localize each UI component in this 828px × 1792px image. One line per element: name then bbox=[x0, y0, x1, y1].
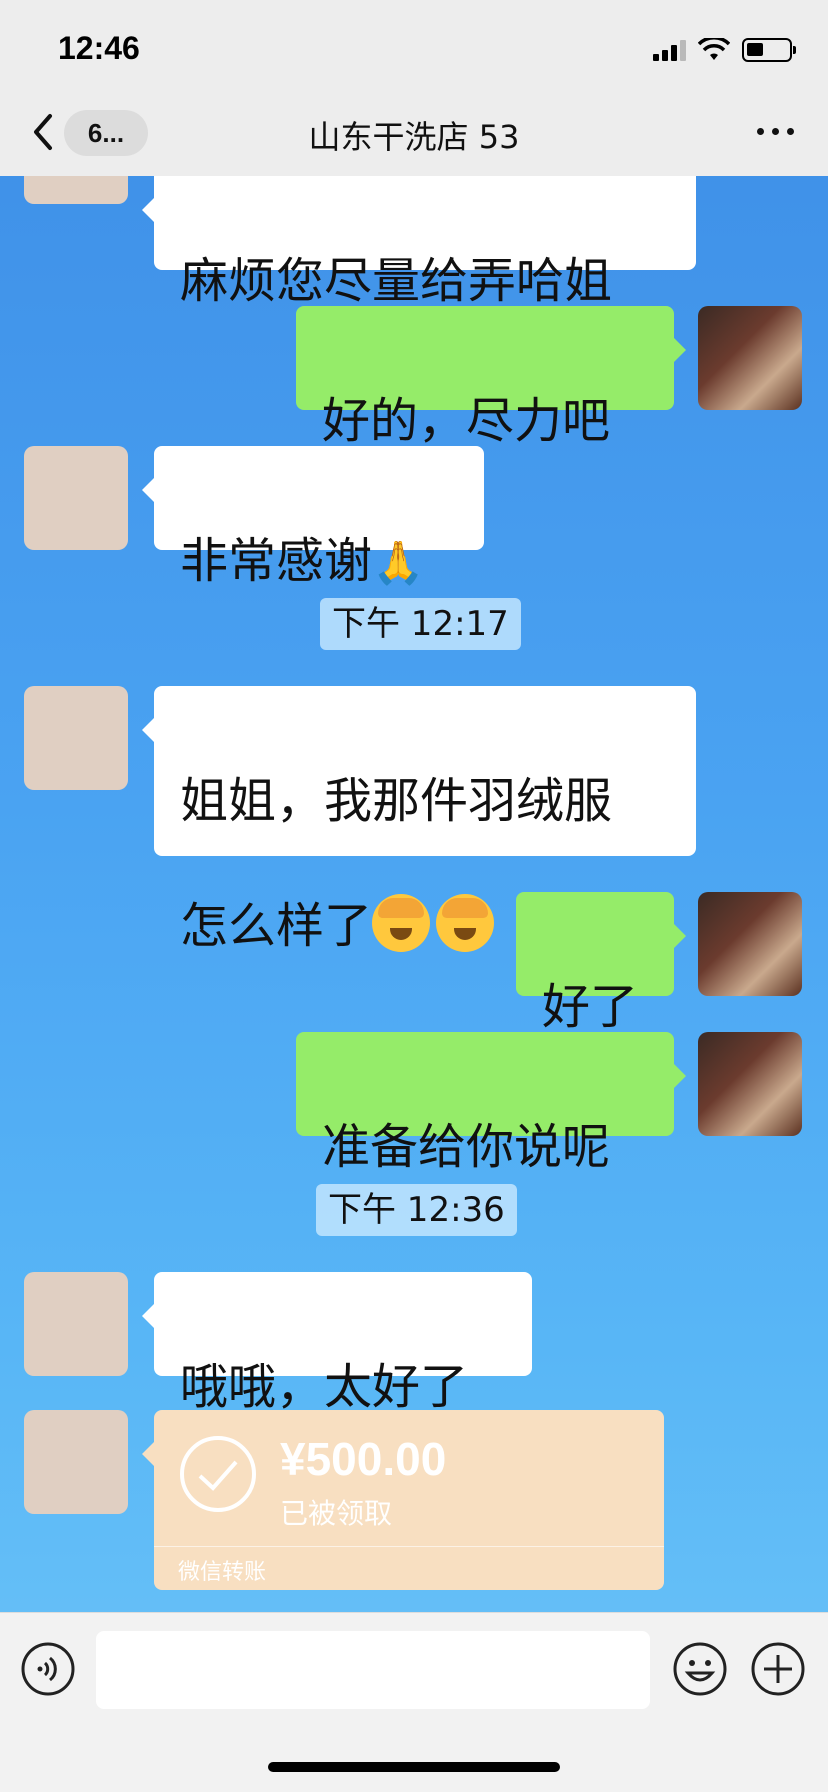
message-bubble-sent[interactable]: 准备给你说呢 bbox=[296, 1032, 686, 1175]
message-text: 怎么样了 bbox=[180, 898, 373, 954]
top-bar: 12:46 6... 山东干洗店 53 bbox=[0, 0, 828, 176]
my-avatar[interactable] bbox=[698, 306, 802, 410]
transfer-amount: ¥500.00 bbox=[280, 1433, 447, 1485]
home-indicator bbox=[268, 1762, 560, 1772]
status-icons bbox=[653, 36, 796, 64]
message-input[interactable] bbox=[96, 1631, 650, 1709]
check-icon bbox=[180, 1436, 256, 1512]
message-text: 准备给你说呢 bbox=[322, 1119, 611, 1175]
chat-title: 山东干洗店 53 bbox=[308, 118, 520, 156]
message-bubble-sent[interactable]: 好的，尽力吧 bbox=[296, 306, 686, 449]
divider bbox=[154, 1546, 664, 1547]
message-text: 非常感谢 bbox=[180, 533, 373, 589]
facepalm-emoji-icon bbox=[372, 894, 431, 952]
contact-avatar[interactable] bbox=[24, 1410, 128, 1514]
message-text: 好的，尽力吧 bbox=[322, 393, 611, 449]
message-text: 哦哦，太好了 bbox=[180, 1359, 469, 1415]
message-text: 好了 bbox=[542, 979, 639, 1035]
battery-icon bbox=[742, 38, 796, 62]
timestamp: 下午 12:17 bbox=[320, 598, 521, 650]
my-avatar[interactable] bbox=[698, 892, 802, 996]
status-time: 12:46 bbox=[58, 30, 140, 66]
contact-avatar[interactable] bbox=[24, 686, 128, 790]
timestamp: 下午 12:36 bbox=[316, 1184, 517, 1236]
message-bubble[interactable]: 姐姐，我那件羽绒服 怎么样了 bbox=[142, 686, 696, 954]
transfer-status: 已被领取 bbox=[280, 1497, 393, 1530]
signal-icon bbox=[653, 39, 686, 61]
transfer-label: 微信转账 bbox=[178, 1560, 267, 1585]
message-text: 姐姐，我那件羽绒服 bbox=[180, 773, 613, 829]
message-bubble[interactable]: 麻烦您尽量给弄哈姐 bbox=[142, 166, 696, 309]
voice-icon[interactable] bbox=[20, 1641, 76, 1697]
pray-emoji-icon: 🙏 bbox=[372, 538, 425, 587]
facepalm-emoji-icon bbox=[436, 894, 495, 952]
contact-avatar[interactable] bbox=[24, 446, 128, 550]
transfer-card[interactable]: ¥500.00 已被领取 微信转账 bbox=[142, 1410, 664, 1590]
message-text: 麻烦您尽量给弄哈姐 bbox=[180, 253, 613, 309]
contact-avatar[interactable] bbox=[24, 1272, 128, 1376]
emoji-icon[interactable] bbox=[672, 1641, 728, 1697]
message-bubble-sent[interactable]: 好了 bbox=[516, 892, 686, 1035]
my-avatar[interactable] bbox=[698, 1032, 802, 1136]
message-bubble[interactable]: 非常感谢🙏 bbox=[142, 446, 484, 589]
more-icon[interactable] bbox=[757, 128, 794, 135]
plus-icon[interactable] bbox=[750, 1641, 806, 1697]
wifi-icon bbox=[698, 38, 730, 60]
message-bubble[interactable]: 哦哦，太好了 bbox=[142, 1272, 532, 1415]
